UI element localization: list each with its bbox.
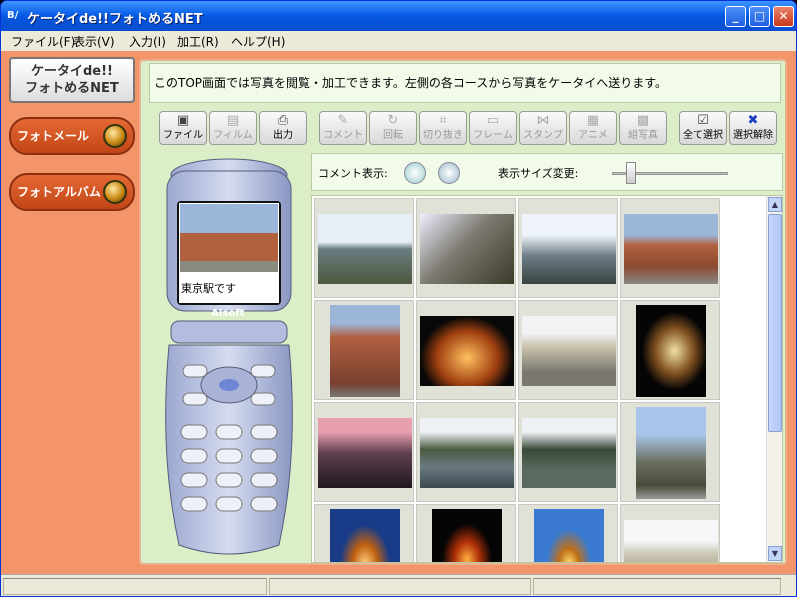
tool-crop[interactable]: ⌗ 切り抜き (419, 111, 467, 145)
logo-line1: ケータイde!! (31, 64, 113, 79)
file-icon: ▣ (176, 113, 190, 128)
photo-thumb[interactable] (518, 198, 618, 298)
grid-scrollbar[interactable]: ▲ ▼ (766, 196, 782, 562)
tool-film[interactable]: ▤ フィルム (209, 111, 257, 145)
display-controls: コメント表示: 表示サイズ変更: (311, 153, 783, 191)
phone-caption: 東京駅です (181, 282, 236, 295)
photo-thumb[interactable] (620, 504, 720, 562)
comment-display-label: コメント表示: (318, 167, 388, 180)
tool-stamp[interactable]: ⋈ スタンプ (519, 111, 567, 145)
crop-icon: ⌗ (439, 113, 447, 128)
main-area: ケータイde!! フォトめるNET フォトメール フォトアルバム このTOP画面… (1, 51, 796, 574)
menu-bar: ファイル(F) 表示(V) 入力(I) 加工(R) ヘルプ(H) (1, 31, 796, 51)
nav-photo-mail-label: フォトメール (17, 129, 90, 143)
photo-thumb[interactable] (416, 402, 516, 502)
content-panel: このTOP画面では写真を閲覧・加工できます。左側の各コースから写真をケータイへ送… (139, 59, 787, 565)
photo-thumb[interactable] (620, 300, 720, 400)
menu-file[interactable]: ファイル(F) (11, 33, 75, 50)
menu-process[interactable]: 加工(R) (177, 33, 219, 50)
photo-thumb[interactable] (314, 504, 414, 562)
photo-thumb[interactable] (416, 300, 516, 400)
nav-photo-mail[interactable]: フォトメール (9, 117, 135, 155)
tool-select-all[interactable]: ☑ 全て選択 (679, 111, 727, 145)
app-window: B/ ケータイde!!フォトめるNET _ □ ✕ ファイル(F) 表示(V) … (0, 0, 797, 597)
photo-thumb[interactable] (518, 300, 618, 400)
close-button[interactable]: ✕ (773, 6, 794, 27)
tool-collage[interactable]: ▩ 組写真 (619, 111, 667, 145)
title-bar[interactable]: B/ ケータイde!!フォトめるNET _ □ ✕ (1, 1, 796, 31)
deselect-icon: ✖ (747, 113, 759, 128)
photo-grid: ▲ ▼ (311, 195, 783, 563)
tool-file[interactable]: ▣ ファイル (159, 111, 207, 145)
app-icon: B/ (7, 10, 19, 21)
size-slider-thumb[interactable] (626, 162, 636, 184)
output-icon: ⎙ (277, 113, 289, 128)
photo-thumb[interactable] (314, 300, 414, 400)
menu-input[interactable]: 入力(I) (129, 33, 166, 50)
orb-icon (103, 180, 127, 204)
photo-thumb[interactable] (620, 402, 720, 502)
tool-output[interactable]: ⎙ 出力 (259, 111, 307, 145)
nav-photo-album-label: フォトアルバム (17, 185, 101, 199)
select-all-icon: ☑ (697, 113, 709, 128)
photo-thumb[interactable] (314, 402, 414, 502)
maximize-button[interactable]: □ (749, 6, 770, 27)
photo-thumb[interactable] (518, 504, 618, 562)
stamp-icon: ⋈ (536, 113, 550, 128)
minimize-button[interactable]: _ (725, 6, 746, 27)
tool-anime[interactable]: ▦ アニメ (569, 111, 617, 145)
status-pane-3 (533, 578, 781, 595)
menu-view[interactable]: 表示(V) (73, 33, 115, 50)
info-text: このTOP画面では写真を閲覧・加工できます。左側の各コースから写真をケータイへ送… (149, 63, 781, 103)
photo-thumb[interactable] (416, 198, 516, 298)
status-pane-2 (269, 578, 531, 595)
anime-icon: ▦ (586, 113, 600, 128)
nav-photo-album[interactable]: フォトアルバム (9, 173, 135, 211)
phone-preview: 東京駅です AIsoft (149, 153, 309, 563)
rotate-icon: ↻ (387, 113, 399, 128)
film-icon: ▤ (226, 113, 240, 128)
scroll-down-icon[interactable]: ▼ (768, 546, 782, 561)
scroll-thumb[interactable] (768, 214, 782, 432)
tool-rotate[interactable]: ↻ 回転 (369, 111, 417, 145)
photo-thumb[interactable] (518, 402, 618, 502)
logo-line2: フォトめるNET (25, 81, 119, 96)
tool-comment[interactable]: ✎ コメント (319, 111, 367, 145)
status-pane-1 (3, 578, 267, 595)
collage-icon: ▩ (636, 113, 650, 128)
scroll-up-icon[interactable]: ▲ (768, 197, 782, 212)
window-title: ケータイde!!フォトめるNET (27, 12, 203, 27)
status-bar (1, 574, 796, 596)
photo-thumb[interactable] (620, 198, 720, 298)
photo-thumb[interactable] (416, 504, 516, 562)
size-label: 表示サイズ変更: (498, 167, 579, 180)
comment-off-button[interactable] (438, 162, 460, 184)
phone-brand: AIsoft (211, 308, 245, 319)
orb-icon (103, 124, 127, 148)
app-logo: ケータイde!! フォトめるNET (9, 57, 135, 103)
phone-body-icon (165, 158, 293, 555)
menu-help[interactable]: ヘルプ(H) (231, 33, 285, 50)
comment-on-button[interactable] (404, 162, 426, 184)
frame-icon: ▭ (486, 113, 500, 128)
comment-icon: ✎ (337, 113, 349, 128)
tool-frame[interactable]: ▭ フレーム (469, 111, 517, 145)
photo-thumb[interactable] (314, 198, 414, 298)
tool-deselect[interactable]: ✖ 選択解除 (729, 111, 777, 145)
